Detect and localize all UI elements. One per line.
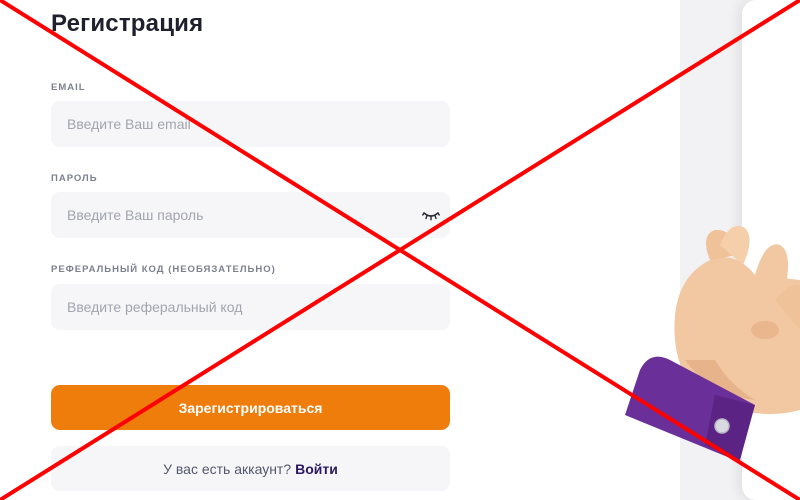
- eye-closed-icon[interactable]: [422, 209, 440, 221]
- password-label: ПАРОЛЬ: [51, 173, 98, 184]
- referral-code-field[interactable]: [51, 284, 450, 330]
- login-prompt-text: У вас есть аккаунт?: [163, 460, 292, 477]
- referral-label: РЕФЕРАЛЬНЫЙ КОД (НЕОБЯЗАТЕЛЬНО): [51, 264, 276, 275]
- password-field[interactable]: [51, 192, 450, 238]
- registration-form: Регистрация EMAIL ПАРОЛЬ РЕФЕРАЛЬНЫЙ КОД…: [0, 0, 680, 500]
- email-label: EMAIL: [51, 82, 86, 93]
- email-field[interactable]: [51, 101, 450, 147]
- login-link[interactable]: Войти: [295, 461, 338, 477]
- register-button[interactable]: Зарегистрироваться: [51, 385, 450, 430]
- login-prompt: У вас есть аккаунт? Войти: [51, 446, 450, 491]
- ok-hand-illustration: [625, 226, 800, 460]
- password-field-wrapper: [51, 192, 450, 238]
- email-field-wrapper: [51, 101, 450, 147]
- referral-field-wrapper: [51, 284, 450, 330]
- page-title: Регистрация: [51, 10, 204, 37]
